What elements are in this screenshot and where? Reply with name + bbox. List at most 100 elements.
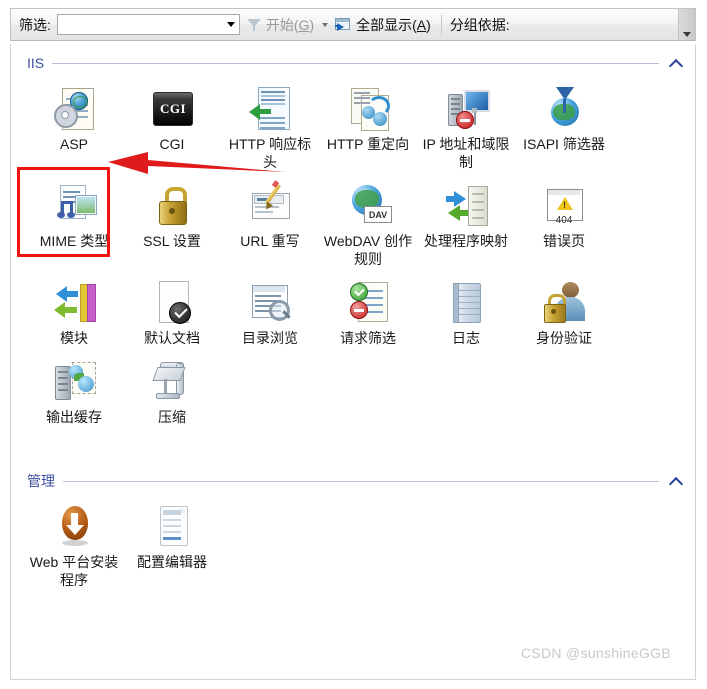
watermark-text: CSDN @sunshineGGB bbox=[520, 645, 671, 661]
feature-ssl-settings[interactable]: SSL 设置 bbox=[123, 177, 221, 274]
http-redirect-icon bbox=[344, 84, 392, 132]
feature-output-caching[interactable]: 输出缓存 bbox=[25, 353, 123, 432]
feature-request-filtering[interactable]: 请求筛选 bbox=[319, 274, 417, 353]
feature-directory-browsing[interactable]: 目录浏览 bbox=[221, 274, 319, 353]
funnel-icon bbox=[246, 17, 262, 33]
group-management: 管理 Web 平台安装程序 配置编辑器 bbox=[11, 462, 695, 595]
feature-label: HTTP 重定向 bbox=[326, 136, 410, 152]
chevron-up-icon[interactable] bbox=[669, 474, 683, 488]
logging-icon bbox=[442, 278, 490, 326]
feature-label: 请求筛选 bbox=[340, 330, 396, 346]
feature-web-platform-installer[interactable]: Web 平台安装程序 bbox=[25, 498, 123, 595]
group-management-title: 管理 bbox=[27, 473, 55, 489]
handler-mappings-icon bbox=[442, 181, 490, 229]
error-code-text: 404 bbox=[555, 215, 573, 226]
output-caching-icon bbox=[50, 357, 98, 405]
feature-label: URL 重写 bbox=[240, 233, 300, 249]
feature-http-response-headers[interactable]: HTTP 响应标头 bbox=[221, 80, 319, 177]
http-response-headers-icon bbox=[246, 84, 294, 132]
show-all-button[interactable]: 全部显示(A) bbox=[331, 13, 435, 37]
toolbar-scrollbar[interactable] bbox=[678, 9, 695, 40]
default-document-icon bbox=[148, 278, 196, 326]
feature-logging[interactable]: 日志 bbox=[417, 274, 515, 353]
compression-icon bbox=[148, 357, 196, 405]
feature-mime-types[interactable]: MIME 类型 bbox=[25, 177, 123, 274]
grid-spacer bbox=[613, 274, 695, 353]
feature-webdav-authoring-rules[interactable]: DAV WebDAV 创作规则 bbox=[319, 177, 417, 274]
feature-label: 日志 bbox=[452, 330, 480, 346]
feature-default-document[interactable]: 默认文档 bbox=[123, 274, 221, 353]
authentication-icon bbox=[540, 278, 588, 326]
feature-label: MIME 类型 bbox=[39, 233, 109, 249]
feature-url-rewrite[interactable]: URL 重写 bbox=[221, 177, 319, 274]
feature-label: 压缩 bbox=[158, 409, 186, 425]
feature-authentication[interactable]: 身份验证 bbox=[515, 274, 613, 353]
scroll-down-arrow-icon[interactable] bbox=[683, 32, 691, 37]
feature-label: 目录浏览 bbox=[242, 330, 298, 346]
group-iis-title: IIS bbox=[27, 55, 45, 71]
feature-label: WebDAV 创作规则 bbox=[323, 233, 413, 267]
feature-label: 模块 bbox=[60, 330, 88, 346]
dav-tag-text: DAV bbox=[364, 206, 392, 223]
group-iis: IIS ASP CGI CGI HTTP 响应标头 HTTP 重定向 IP 地址… bbox=[11, 44, 695, 432]
show-all-label: 全部显示(A) bbox=[356, 16, 431, 33]
filter-combobox[interactable] bbox=[56, 14, 240, 35]
cgi-icon-text: CGI bbox=[159, 101, 187, 116]
filter-input[interactable] bbox=[57, 16, 223, 33]
start-dropdown-arrow[interactable] bbox=[318, 14, 331, 36]
feature-ip-restrictions[interactable]: IP 地址和域限制 bbox=[417, 80, 515, 177]
group-rule bbox=[52, 62, 659, 64]
feature-cgi[interactable]: CGI CGI bbox=[123, 80, 221, 177]
feature-label: 输出缓存 bbox=[46, 409, 102, 425]
filter-label: 筛选: bbox=[19, 16, 51, 33]
group-rule bbox=[63, 480, 659, 482]
feature-modules[interactable]: 模块 bbox=[25, 274, 123, 353]
asp-icon bbox=[50, 84, 98, 132]
feature-label: 身份验证 bbox=[536, 330, 592, 346]
feature-label: HTTP 响应标头 bbox=[228, 136, 312, 170]
feature-label: 处理程序映射 bbox=[424, 233, 508, 249]
start-button-label: 开始(G) bbox=[265, 16, 315, 33]
features-panel: IIS ASP CGI CGI HTTP 响应标头 HTTP 重定向 IP 地址… bbox=[10, 44, 696, 680]
mime-types-icon bbox=[50, 181, 98, 229]
feature-http-redirect[interactable]: HTTP 重定向 bbox=[319, 80, 417, 177]
feature-error-pages[interactable]: 404 错误页 bbox=[515, 177, 613, 274]
group-management-header[interactable]: 管理 bbox=[11, 462, 695, 492]
iis-icon-grid: ASP CGI CGI HTTP 响应标头 HTTP 重定向 IP 地址和域限制… bbox=[11, 74, 695, 432]
directory-browsing-icon bbox=[246, 278, 294, 326]
feature-label: ASP bbox=[59, 136, 88, 152]
feature-label: ISAPI 筛选器 bbox=[523, 136, 605, 152]
feature-handler-mappings[interactable]: 处理程序映射 bbox=[417, 177, 515, 274]
filter-toolbar: 筛选: 开始(G) 全部显示(A) 分组依据: bbox=[10, 8, 696, 41]
chevron-down-icon[interactable] bbox=[222, 15, 239, 34]
ip-address-domain-restrictions-icon bbox=[442, 84, 490, 132]
feature-label: IP 地址和域限制 bbox=[422, 136, 510, 170]
url-rewrite-icon bbox=[246, 180, 294, 229]
request-filtering-icon bbox=[344, 278, 392, 326]
configuration-editor-icon bbox=[148, 502, 196, 550]
webdav-authoring-rules-icon: DAV bbox=[344, 181, 392, 229]
feature-label: SSL 设置 bbox=[143, 233, 201, 249]
feature-compression[interactable]: 压缩 bbox=[123, 353, 221, 432]
web-platform-installer-icon bbox=[50, 502, 98, 550]
modules-icon bbox=[50, 278, 98, 326]
grid-spacer bbox=[613, 80, 695, 177]
feature-label: Web 平台安装程序 bbox=[29, 554, 119, 588]
feature-label: 默认文档 bbox=[144, 330, 200, 346]
chevron-up-icon[interactable] bbox=[669, 56, 683, 70]
group-iis-header[interactable]: IIS bbox=[11, 44, 695, 74]
toolbar-separator bbox=[440, 14, 442, 35]
error-pages-icon: 404 bbox=[540, 181, 588, 229]
isapi-filters-icon bbox=[540, 84, 588, 132]
start-button[interactable]: 开始(G) bbox=[242, 13, 318, 37]
feature-label: CGI bbox=[159, 136, 185, 152]
management-icon-grid: Web 平台安装程序 配置编辑器 bbox=[11, 492, 695, 595]
feature-label: 错误页 bbox=[543, 233, 585, 249]
grid-spacer bbox=[613, 177, 695, 274]
feature-label: 配置编辑器 bbox=[137, 554, 207, 570]
feature-configuration-editor[interactable]: 配置编辑器 bbox=[123, 498, 221, 595]
feature-isapi-filters[interactable]: ISAPI 筛选器 bbox=[515, 80, 613, 177]
show-all-icon bbox=[335, 17, 352, 32]
feature-asp[interactable]: ASP bbox=[25, 80, 123, 177]
ssl-settings-icon bbox=[148, 181, 196, 229]
